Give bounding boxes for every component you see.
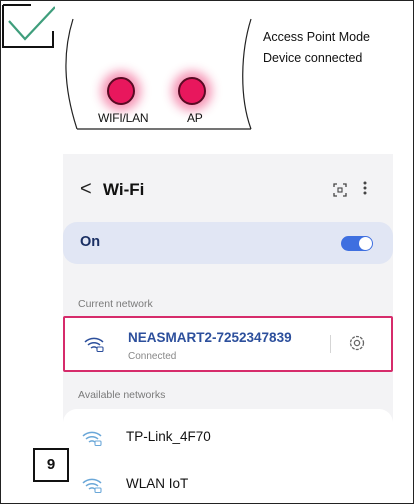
- gear-icon[interactable]: [347, 333, 367, 353]
- wifi-lan-led: [107, 77, 135, 105]
- app-bar: < Wi-Fi: [63, 174, 393, 206]
- wifi-secure-icon: [82, 478, 102, 493]
- current-network-name: NEASMART2-7252347839: [128, 330, 292, 345]
- qr-scan-icon[interactable]: [333, 183, 347, 197]
- current-network-heading: Current network: [78, 298, 153, 310]
- available-networks-list: TP-Link_4F70 WLAN IoT: [63, 409, 393, 503]
- network-name: TP-Link_4F70: [126, 429, 211, 444]
- phone-wifi-screen: < Wi-Fi On Current network NEASMART2-725…: [63, 154, 393, 503]
- step-number-badge: 9: [33, 448, 69, 482]
- wifi-toggle-switch[interactable]: [341, 236, 373, 251]
- device-illustration: WIFI/LAN AP Access Point Mode Device con…: [1, 1, 413, 141]
- ap-label: AP: [187, 111, 203, 125]
- current-network-status: Connected: [128, 351, 177, 362]
- wifi-toggle-row[interactable]: On: [63, 222, 393, 264]
- page-title: Wi-Fi: [103, 180, 145, 199]
- current-network-row[interactable]: NEASMART2-7252347839 Connected: [63, 316, 393, 372]
- ap-led: [178, 77, 206, 105]
- status-line-connected: Device connected: [263, 51, 363, 65]
- wifi-on-label: On: [80, 234, 101, 250]
- wifi-lan-label: WIFI/LAN: [98, 111, 149, 125]
- status-line-mode: Access Point Mode: [263, 30, 370, 44]
- checkmark-icon: [2, 4, 55, 48]
- device-status: Access Point Mode Device connected: [263, 27, 370, 69]
- back-button[interactable]: <: [80, 178, 92, 201]
- network-name: WLAN IoT: [126, 476, 189, 491]
- instruction-frame: WIFI/LAN AP Access Point Mode Device con…: [0, 0, 414, 504]
- wifi-secure-icon: [84, 337, 104, 352]
- more-vertical-icon[interactable]: [363, 180, 367, 196]
- device-outline: [65, 18, 252, 130]
- available-networks-heading: Available networks: [78, 389, 166, 401]
- wifi-secure-icon: [82, 431, 102, 446]
- divider: [330, 335, 331, 353]
